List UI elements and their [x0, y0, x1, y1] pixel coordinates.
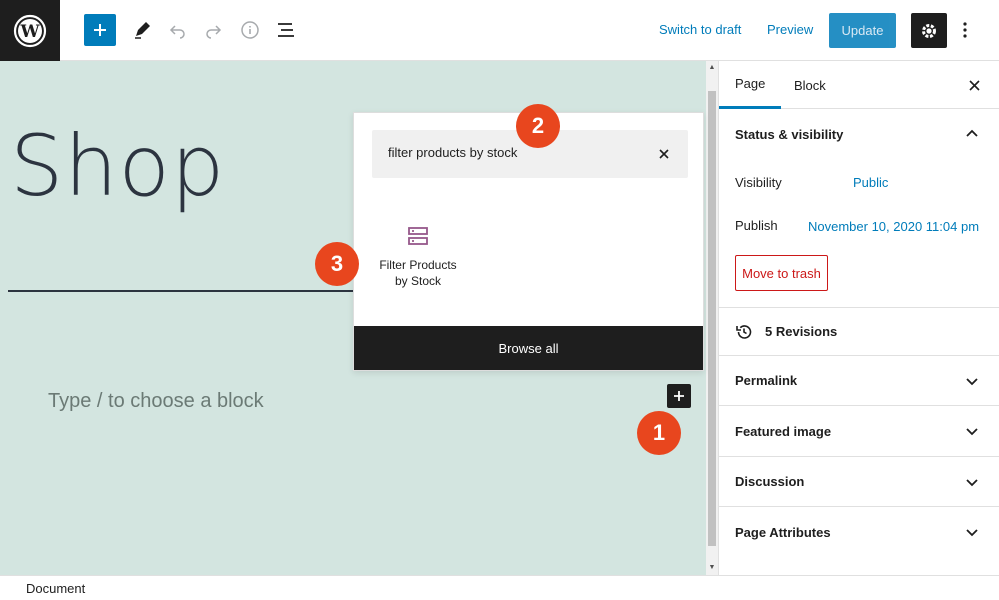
more-options-button[interactable] — [955, 14, 975, 46]
switch-to-draft-link[interactable]: Switch to draft — [659, 22, 741, 37]
separator-block[interactable] — [8, 290, 358, 292]
scroll-down-arrow[interactable]: ▼ — [708, 563, 716, 573]
update-button[interactable]: Update — [829, 13, 896, 48]
undo-button[interactable] — [162, 14, 194, 46]
page-title[interactable]: Shop — [10, 117, 225, 215]
move-to-trash-button[interactable]: Move to trash — [735, 255, 828, 291]
scroll-thumb[interactable] — [708, 91, 716, 546]
inserter-search-input[interactable] — [388, 145, 648, 160]
gear-icon — [920, 22, 938, 40]
browse-all-button[interactable]: Browse all — [354, 326, 703, 370]
filter-products-by-stock-block[interactable]: Filter Products by Stock — [372, 217, 464, 297]
history-icon — [735, 323, 753, 341]
chevron-down-icon — [966, 526, 978, 538]
breadcrumb[interactable]: Document — [26, 581, 85, 596]
settings-sidebar: Page Block Status & visibility Visibilit… — [718, 61, 999, 575]
settings-button[interactable] — [911, 13, 947, 48]
permalink-panel-toggle[interactable]: Permalink — [719, 356, 999, 405]
revisions-label: 5 Revisions — [765, 324, 837, 339]
redo-icon — [204, 21, 222, 39]
block-result-label: Filter Products by Stock — [372, 257, 464, 289]
step-badge-1: 1 — [637, 411, 681, 455]
publish-date-link[interactable]: November 10, 2020 11:04 pm — [808, 219, 979, 234]
panel-title: Page Attributes — [735, 525, 831, 540]
discussion-panel-toggle[interactable]: Discussion — [719, 457, 999, 506]
visibility-value-link[interactable]: Public — [853, 175, 888, 190]
close-icon — [659, 149, 669, 159]
redo-button[interactable] — [197, 14, 229, 46]
pencil-icon — [133, 21, 151, 39]
list-view-button[interactable] — [270, 14, 302, 46]
undo-icon — [169, 21, 187, 39]
chevron-up-icon — [966, 128, 978, 140]
svg-text:W: W — [19, 22, 40, 42]
panel-title: Permalink — [735, 373, 797, 388]
page-attributes-panel-toggle[interactable]: Page Attributes — [719, 507, 999, 557]
step-badge-2: 2 — [516, 104, 560, 148]
panel-title: Discussion — [735, 474, 804, 489]
plus-icon — [673, 390, 685, 402]
editor-top-toolbar: W Switch to draft Preview Update — [0, 0, 999, 61]
canvas-scrollbar[interactable]: ▲ ▼ — [706, 61, 718, 575]
filter-stock-icon — [407, 225, 429, 247]
panel-title: Status & visibility — [735, 127, 843, 142]
scroll-up-arrow[interactable]: ▲ — [708, 63, 716, 73]
info-icon — [240, 20, 260, 40]
editor-footer: Document — [0, 575, 999, 600]
tab-block[interactable]: Block — [778, 61, 842, 109]
sidebar-tabs: Page Block — [719, 61, 999, 109]
list-view-icon — [276, 21, 296, 39]
chevron-down-icon — [966, 425, 978, 437]
chevron-down-icon — [966, 476, 978, 488]
close-icon — [969, 80, 980, 91]
close-sidebar-button[interactable] — [966, 77, 982, 93]
status-visibility-panel-toggle[interactable]: Status & visibility — [719, 109, 999, 159]
block-inserter-popover: Filter Products by Stock Browse all — [353, 112, 704, 371]
clear-search-button[interactable] — [656, 146, 672, 162]
step-badge-3: 3 — [315, 242, 359, 286]
details-button[interactable] — [234, 14, 266, 46]
featured-image-panel-toggle[interactable]: Featured image — [719, 406, 999, 456]
tab-page[interactable]: Page — [719, 61, 781, 109]
wordpress-logo-icon: W — [12, 13, 48, 49]
publish-label: Publish — [735, 218, 778, 233]
inline-add-block-button[interactable] — [667, 384, 691, 408]
panel-title: Featured image — [735, 424, 831, 439]
preview-link[interactable]: Preview — [767, 22, 813, 37]
wordpress-logo-button[interactable]: W — [0, 0, 60, 61]
add-block-button[interactable] — [84, 14, 116, 46]
visibility-label: Visibility — [735, 175, 782, 190]
plus-icon — [93, 23, 107, 37]
revisions-panel[interactable]: 5 Revisions — [719, 308, 999, 355]
more-vertical-icon — [963, 22, 967, 38]
chevron-down-icon — [966, 375, 978, 387]
block-placeholder[interactable]: Type / to choose a block — [48, 390, 264, 413]
tools-button[interactable] — [126, 14, 158, 46]
